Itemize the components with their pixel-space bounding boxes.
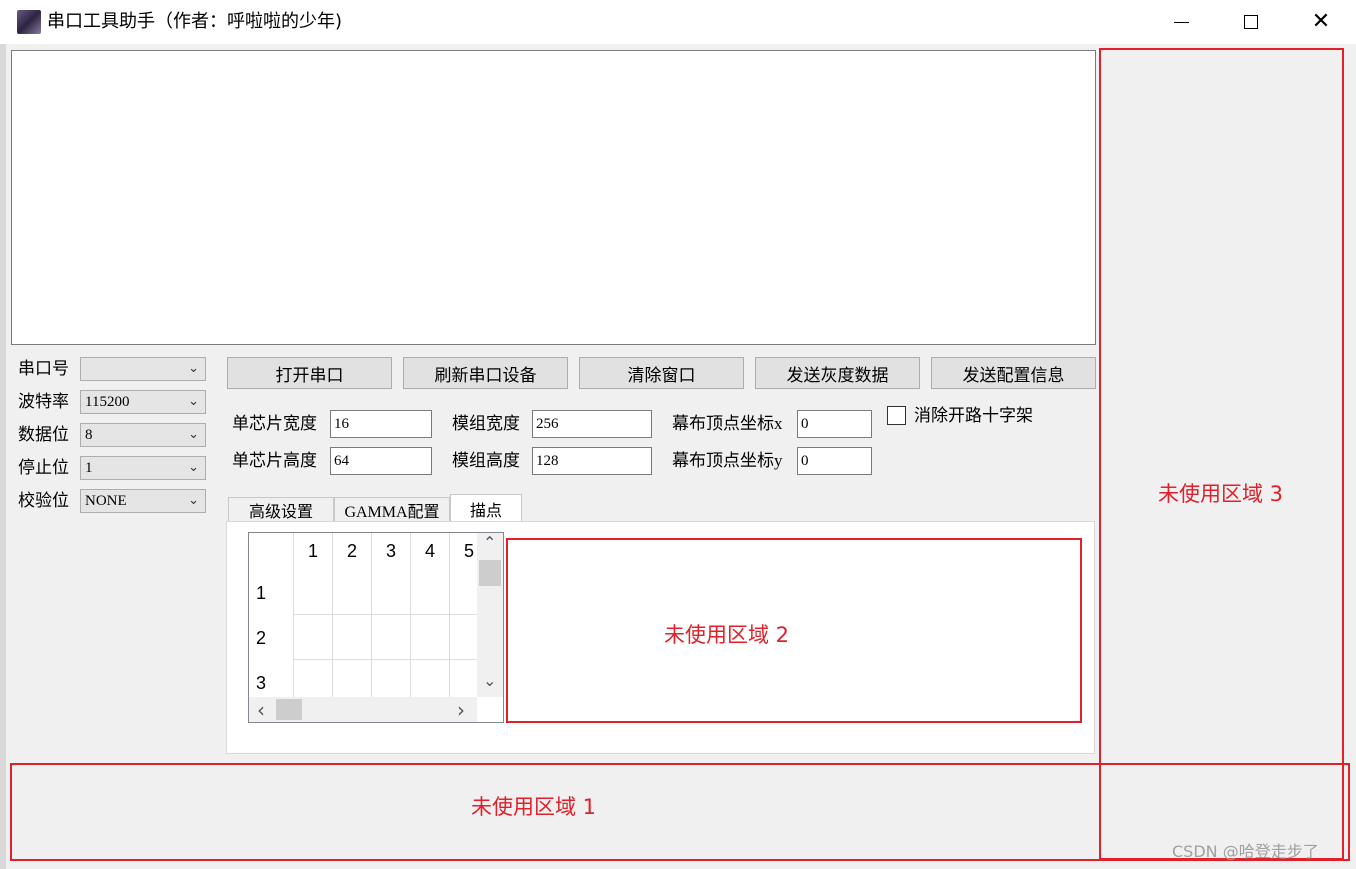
chip-height-input[interactable]: 64 bbox=[330, 447, 432, 475]
unused-area-1-label: 未使用区域 1 bbox=[471, 795, 597, 819]
databits-select[interactable]: 8 ⌄ bbox=[80, 423, 206, 447]
parity-label: 校验位 bbox=[18, 491, 69, 510]
baud-select[interactable]: 115200 ⌄ bbox=[80, 390, 206, 414]
unused-area-3-box bbox=[1099, 48, 1344, 860]
remove-cross-checkbox[interactable] bbox=[887, 406, 906, 425]
grid-row-header: 2 bbox=[256, 628, 267, 648]
watermark: CSDN @哈登走步了 bbox=[1172, 842, 1319, 861]
grid-vertical-scrollbar[interactable]: ⌃ ⌄ bbox=[477, 533, 503, 697]
baud-value: 115200 bbox=[85, 393, 130, 410]
stopbits-value: 1 bbox=[85, 459, 93, 476]
grid-horizontal-scrollbar[interactable]: ‹ › bbox=[249, 697, 477, 722]
title-bar: 串口工具助手（作者：呼啦啦的少年) ✕ bbox=[0, 0, 1356, 44]
chevron-down-icon: ⌄ bbox=[188, 426, 199, 441]
minimize-button[interactable] bbox=[1146, 0, 1216, 44]
remove-cross-label: 消除开路十字架 bbox=[914, 406, 1033, 425]
module-height-input[interactable]: 128 bbox=[532, 447, 652, 475]
point-grid[interactable]: 1 2 3 4 5 1 2 3 bbox=[248, 532, 504, 723]
unused-area-2-box bbox=[506, 538, 1082, 723]
unused-area-1-box bbox=[10, 763, 1350, 861]
module-width-label: 模组宽度 bbox=[452, 414, 520, 433]
stopbits-select[interactable]: 1 ⌄ bbox=[80, 456, 206, 480]
scroll-left-icon[interactable]: ‹ bbox=[257, 698, 265, 722]
parity-value: NONE bbox=[85, 492, 127, 509]
tab-advanced[interactable]: 高级设置 bbox=[228, 497, 334, 521]
unused-area-2-label: 未使用区域 2 bbox=[664, 623, 790, 647]
close-icon: ✕ bbox=[1311, 9, 1331, 34]
screen-y-label: 幕布顶点坐标y bbox=[672, 451, 783, 470]
baud-label: 波特率 bbox=[18, 392, 69, 411]
port-label: 串口号 bbox=[18, 359, 69, 378]
tab-plot-points[interactable]: 描点 bbox=[450, 494, 522, 522]
databits-value: 8 bbox=[85, 426, 93, 443]
screen-x-input[interactable]: 0 bbox=[797, 410, 872, 438]
maximize-button[interactable] bbox=[1216, 0, 1286, 44]
databits-label: 数据位 bbox=[18, 425, 69, 444]
receive-textarea[interactable] bbox=[11, 50, 1096, 345]
port-select[interactable]: ⌄ bbox=[80, 357, 206, 381]
scroll-right-icon[interactable]: › bbox=[457, 698, 465, 722]
maximize-icon bbox=[1244, 15, 1258, 29]
app-icon bbox=[17, 10, 41, 34]
screen-x-label: 幕布顶点坐标x bbox=[672, 414, 783, 433]
open-port-button[interactable]: 打开串口 bbox=[227, 357, 392, 389]
close-button[interactable]: ✕ bbox=[1286, 0, 1356, 44]
clear-window-button[interactable]: 清除窗口 bbox=[579, 357, 744, 389]
scroll-thumb[interactable] bbox=[479, 560, 501, 586]
chevron-down-icon: ⌄ bbox=[188, 360, 199, 375]
grid-col-header: 5 bbox=[464, 541, 475, 561]
grid-col-header: 4 bbox=[425, 541, 436, 561]
grid-row-header: 3 bbox=[256, 673, 267, 693]
unused-area-3-label: 未使用区域 3 bbox=[1158, 482, 1284, 506]
module-width-input[interactable]: 256 bbox=[532, 410, 652, 438]
chip-height-label: 单芯片高度 bbox=[232, 451, 317, 470]
grid-col-header: 1 bbox=[308, 541, 319, 561]
grid-row-header: 1 bbox=[256, 583, 267, 603]
send-config-button[interactable]: 发送配置信息 bbox=[931, 357, 1096, 389]
send-gray-button[interactable]: 发送灰度数据 bbox=[755, 357, 920, 389]
scroll-thumb[interactable] bbox=[276, 699, 302, 720]
grid-col-header: 3 bbox=[386, 541, 397, 561]
window-title: 串口工具助手（作者：呼啦啦的少年) bbox=[47, 11, 343, 32]
chevron-down-icon: ⌄ bbox=[188, 393, 199, 408]
minimize-icon bbox=[1173, 21, 1189, 23]
grid-col-header: 2 bbox=[347, 541, 358, 561]
chevron-down-icon: ⌄ bbox=[188, 492, 199, 507]
tab-gamma[interactable]: GAMMA配置 bbox=[334, 497, 450, 521]
chevron-down-icon: ⌄ bbox=[188, 459, 199, 474]
parity-select[interactable]: NONE ⌄ bbox=[80, 489, 206, 513]
chip-width-label: 单芯片宽度 bbox=[232, 414, 317, 433]
module-height-label: 模组高度 bbox=[452, 451, 520, 470]
screen-y-input[interactable]: 0 bbox=[797, 447, 872, 475]
refresh-devices-button[interactable]: 刷新串口设备 bbox=[403, 357, 568, 389]
stopbits-label: 停止位 bbox=[18, 458, 69, 477]
scroll-down-icon[interactable]: ⌄ bbox=[483, 671, 496, 690]
scroll-up-icon[interactable]: ⌃ bbox=[483, 533, 496, 552]
chip-width-input[interactable]: 16 bbox=[330, 410, 432, 438]
